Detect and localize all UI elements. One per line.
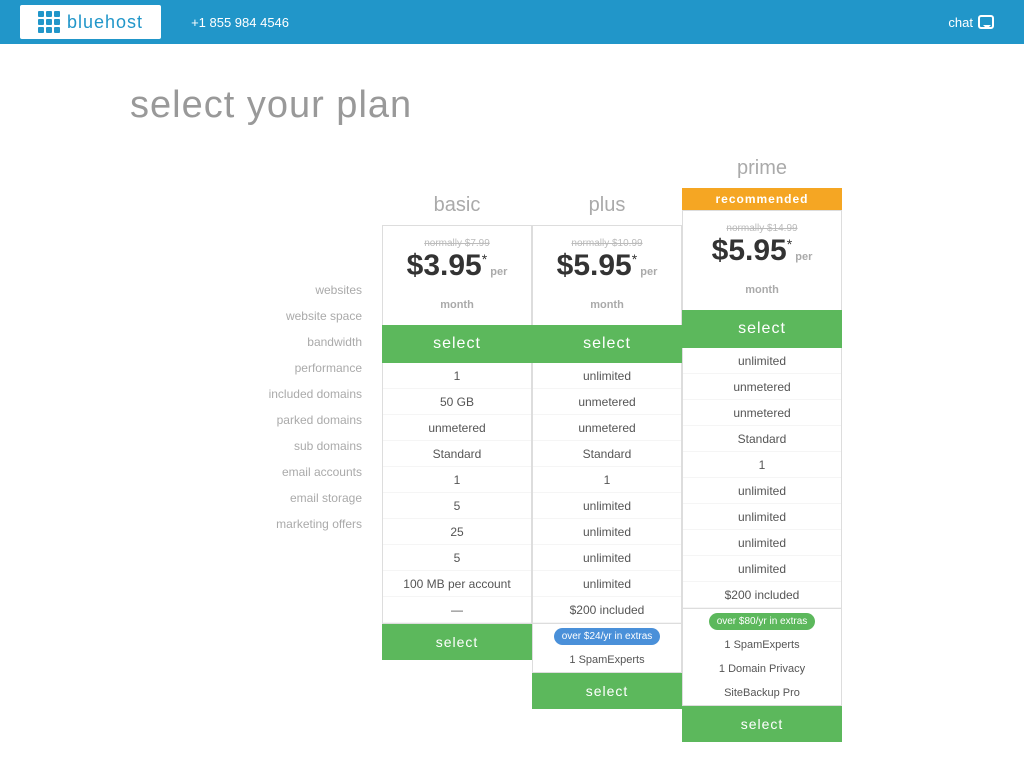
basic-performance: Standard bbox=[383, 441, 531, 467]
basic-price-box: normally $7.99 $3.95* permonth bbox=[382, 225, 532, 325]
basic-sub-domains: 25 bbox=[383, 519, 531, 545]
plus-badge: over $24/yr in extras bbox=[533, 624, 681, 648]
label-marketing-offers: marketing offers bbox=[182, 511, 362, 537]
plus-extras: over $24/yr in extras 1 SpamExperts bbox=[532, 624, 682, 673]
prime-select-top-button[interactable]: select bbox=[682, 310, 842, 348]
plus-performance: Standard bbox=[533, 441, 681, 467]
prime-plan-name: prime bbox=[682, 157, 842, 188]
prime-bandwidth: unmetered bbox=[683, 400, 841, 426]
label-email-storage: email storage bbox=[182, 485, 362, 511]
plus-price-box: normally $10.99 $5.95* permonth bbox=[532, 225, 682, 325]
prime-select-bottom-button[interactable]: select bbox=[682, 706, 842, 742]
plus-email-accounts: unlimited bbox=[533, 545, 681, 571]
logo-text: bluehost bbox=[67, 12, 143, 33]
plus-normally: normally $10.99 bbox=[543, 238, 671, 249]
basic-marketing: — bbox=[383, 597, 531, 623]
recommended-badge: recommended bbox=[682, 188, 842, 210]
prime-badge-label: over $80/yr in extras bbox=[709, 613, 816, 630]
prime-included-domains: 1 bbox=[683, 452, 841, 478]
plus-space: unmetered bbox=[533, 389, 681, 415]
plus-price: $5.95* permonth bbox=[543, 249, 671, 315]
prime-extras: over $80/yr in extras 1 SpamExperts 1 Do… bbox=[682, 609, 842, 706]
prime-spamexperts: 1 SpamExperts bbox=[683, 633, 841, 657]
plus-parked-domains: unlimited bbox=[533, 493, 681, 519]
prime-performance: Standard bbox=[683, 426, 841, 452]
prime-price: $5.95* permonth bbox=[693, 234, 831, 300]
logo-grid-icon bbox=[38, 11, 60, 33]
plus-badge-label: over $24/yr in extras bbox=[554, 628, 661, 645]
prime-badge: over $80/yr in extras bbox=[683, 609, 841, 633]
plus-plan-name: plus bbox=[532, 194, 682, 225]
chat-label: chat bbox=[948, 15, 973, 30]
prime-marketing: $200 included bbox=[683, 582, 841, 608]
prime-email-storage: unlimited bbox=[683, 556, 841, 582]
chat-link[interactable]: chat bbox=[948, 15, 994, 30]
plus-marketing: $200 included bbox=[533, 597, 681, 623]
feature-labels-column: websites website space bandwidth perform… bbox=[182, 157, 382, 537]
prime-space: unmetered bbox=[683, 374, 841, 400]
plus-email-storage: unlimited bbox=[533, 571, 681, 597]
label-performance: performance bbox=[182, 355, 362, 381]
header: bluehost +1 855 984 4546 chat bbox=[0, 0, 1024, 44]
logo-area[interactable]: bluehost bbox=[20, 5, 161, 39]
basic-features: 1 50 GB unmetered Standard 1 5 25 5 100 … bbox=[382, 363, 532, 624]
prime-price-box: normally $14.99 $5.95* permonth bbox=[682, 210, 842, 310]
phone-number: +1 855 984 4546 bbox=[191, 15, 289, 30]
basic-normally: normally $7.99 bbox=[393, 238, 521, 249]
chat-bubble-icon bbox=[978, 15, 994, 29]
plus-spamexperts: 1 SpamExperts bbox=[533, 648, 681, 672]
prime-sitebackup: SiteBackup Pro bbox=[683, 681, 841, 705]
plus-features: unlimited unmetered unmetered Standard 1… bbox=[532, 363, 682, 624]
basic-bandwidth: unmetered bbox=[383, 415, 531, 441]
prime-parked-domains: unlimited bbox=[683, 478, 841, 504]
basic-email-storage: 100 MB per account bbox=[383, 571, 531, 597]
prime-sub-domains: unlimited bbox=[683, 504, 841, 530]
plans-container: websites website space bandwidth perform… bbox=[0, 157, 1024, 782]
label-bandwidth: bandwidth bbox=[182, 329, 362, 355]
basic-select-top-button[interactable]: select bbox=[382, 325, 532, 363]
plus-sub-domains: unlimited bbox=[533, 519, 681, 545]
prime-email-accounts: unlimited bbox=[683, 530, 841, 556]
basic-included-domains: 1 bbox=[383, 467, 531, 493]
label-websites: websites bbox=[182, 277, 362, 303]
plan-basic: basic normally $7.99 $3.95* permonth sel… bbox=[382, 157, 532, 660]
plus-select-bottom-button[interactable]: select bbox=[532, 673, 682, 709]
basic-plan-name: basic bbox=[382, 194, 532, 225]
prime-domain-privacy: 1 Domain Privacy bbox=[683, 657, 841, 681]
plus-included-domains: 1 bbox=[533, 467, 681, 493]
basic-select-bottom-button[interactable]: select bbox=[382, 624, 532, 660]
basic-space: 50 GB bbox=[383, 389, 531, 415]
basic-parked-domains: 5 bbox=[383, 493, 531, 519]
basic-price: $3.95* permonth bbox=[393, 249, 521, 315]
plus-bandwidth: unmetered bbox=[533, 415, 681, 441]
prime-websites: unlimited bbox=[683, 348, 841, 374]
plan-plus: plus normally $10.99 $5.95* permonth sel… bbox=[532, 157, 682, 709]
plan-prime: prime recommended normally $14.99 $5.95*… bbox=[682, 157, 842, 742]
basic-email-accounts: 5 bbox=[383, 545, 531, 571]
basic-websites: 1 bbox=[383, 363, 531, 389]
plus-websites: unlimited bbox=[533, 363, 681, 389]
prime-normally: normally $14.99 bbox=[693, 223, 831, 234]
plus-select-top-button[interactable]: select bbox=[532, 325, 682, 363]
page-title: select your plan bbox=[130, 84, 1024, 127]
label-included-domains: included domains bbox=[182, 381, 362, 407]
label-email-accounts: email accounts bbox=[182, 459, 362, 485]
label-sub-domains: sub domains bbox=[182, 433, 362, 459]
prime-features: unlimited unmetered unmetered Standard 1… bbox=[682, 348, 842, 609]
label-website-space: website space bbox=[182, 303, 362, 329]
page-title-area: select your plan bbox=[0, 44, 1024, 157]
label-parked-domains: parked domains bbox=[182, 407, 362, 433]
